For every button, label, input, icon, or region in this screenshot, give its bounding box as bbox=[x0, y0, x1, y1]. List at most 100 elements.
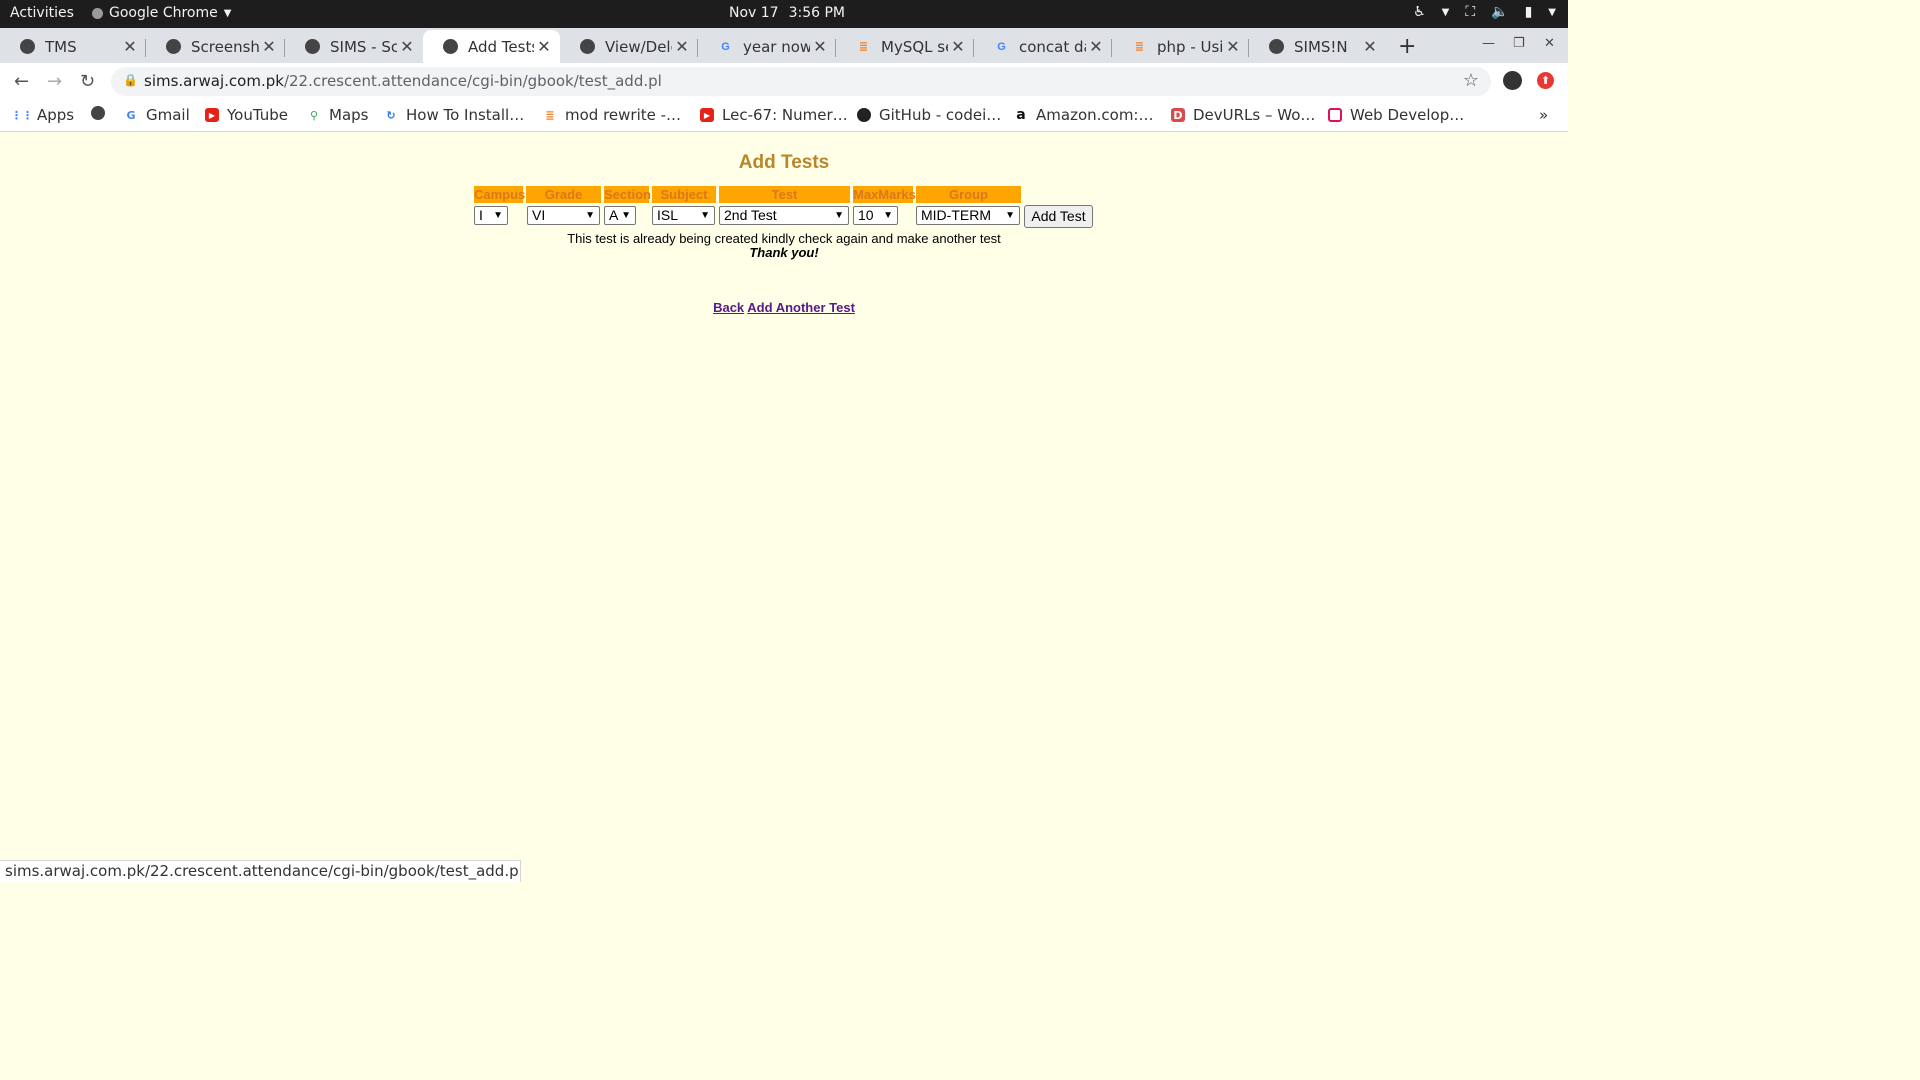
accessibility-icon[interactable]: ♿ bbox=[1413, 4, 1426, 20]
extension-icon[interactable]: ⬆ bbox=[1537, 72, 1554, 89]
bookmark-lec-67[interactable]: ▶ Lec-67: Numer… bbox=[700, 106, 848, 124]
tab-add-tests[interactable]: Add Tests ✕ bbox=[423, 30, 560, 63]
campus-select[interactable]: I ▼ bbox=[474, 206, 508, 225]
youtube-icon: ▶ bbox=[700, 108, 714, 122]
caret-down-icon: ▼ bbox=[1548, 6, 1556, 18]
back-arrow-icon[interactable]: ← bbox=[14, 71, 29, 92]
status-bar-url: sims.arwaj.com.pk/22.crescent.attendance… bbox=[0, 860, 521, 882]
browser-toolbar: ← → ↻ 🔒 sims.arwaj.com.pk/22.crescent.at… bbox=[0, 63, 1568, 100]
bookmark-label: Gmail bbox=[146, 106, 190, 124]
tab-title: SIMS - Sch bbox=[330, 37, 397, 56]
google-icon: G bbox=[997, 40, 1006, 53]
chevron-down-icon: ▼ bbox=[585, 210, 595, 221]
close-icon[interactable]: ✕ bbox=[1223, 37, 1243, 56]
tab-title: Screensho bbox=[191, 37, 259, 56]
bookmark-apps[interactable]: ⋮⋮ Apps bbox=[11, 106, 75, 124]
tab-tms[interactable]: TMS ✕ bbox=[0, 30, 146, 63]
tab-sims-school[interactable]: SIMS - Sch ✕ bbox=[285, 30, 423, 63]
maps-pin-icon: ⚲ bbox=[309, 108, 319, 122]
bookmark-label: YouTube bbox=[227, 106, 288, 124]
tab-view-delete[interactable]: View/Dele ✕ bbox=[560, 30, 698, 63]
tab-simsin[interactable]: SIMS!N ✕ bbox=[1249, 30, 1386, 63]
caret-down-icon: ▼ bbox=[1441, 6, 1450, 18]
forward-arrow-icon[interactable]: → bbox=[47, 71, 62, 92]
chrome-icon bbox=[92, 7, 103, 19]
bookmark-devurls[interactable]: D DevURLs – Wo… bbox=[1171, 106, 1315, 124]
minimize-button[interactable]: — bbox=[1482, 36, 1495, 51]
tab-title: SIMS!N bbox=[1294, 37, 1348, 56]
tab-mysql-select[interactable]: ≣ MySQL sel ✕ bbox=[836, 30, 974, 63]
close-icon[interactable]: ✕ bbox=[1360, 37, 1380, 56]
tab-title: concat dat bbox=[1019, 37, 1086, 56]
network-icon[interactable]: ⛶ bbox=[1465, 4, 1475, 20]
globe-icon bbox=[1269, 39, 1284, 54]
tab-title: View/Dele bbox=[605, 37, 672, 56]
bookmark-mod-rewrite[interactable]: ≣ mod rewrite -… bbox=[543, 106, 681, 124]
back-link[interactable]: Back bbox=[713, 300, 744, 315]
close-icon[interactable]: ✕ bbox=[397, 37, 417, 56]
bookmarks-overflow-icon[interactable]: » bbox=[1539, 106, 1548, 124]
bookmark-star-icon[interactable]: ☆ bbox=[1463, 70, 1479, 91]
tab-title: TMS bbox=[45, 37, 77, 56]
tab-concat-date[interactable]: G concat dat ✕ bbox=[974, 30, 1112, 63]
close-icon[interactable]: ✕ bbox=[948, 37, 968, 56]
page-title: Add Tests bbox=[738, 152, 830, 173]
bookmark-maps[interactable]: ⚲ Maps bbox=[307, 106, 369, 124]
add-another-test-link[interactable]: Add Another Test bbox=[747, 300, 855, 315]
thank-you-text: Thank you! bbox=[749, 245, 819, 260]
clock[interactable]: Nov 17 3:56 PM bbox=[729, 5, 845, 21]
bookmark-label: Maps bbox=[329, 106, 369, 124]
maxmarks-select[interactable]: 10 ▼ bbox=[853, 206, 898, 225]
add-test-button[interactable]: Add Test bbox=[1024, 205, 1093, 228]
bookmark-github[interactable]: GitHub - codei… bbox=[857, 106, 1001, 124]
url-text: sims.arwaj.com.pk/22.crescent.attendance… bbox=[144, 72, 662, 90]
tab-screenshot[interactable]: Screensho ✕ bbox=[146, 30, 285, 63]
google-icon: G bbox=[721, 40, 730, 53]
close-icon[interactable]: ✕ bbox=[120, 37, 140, 56]
bookmark-label: DevURLs – Wo… bbox=[1193, 106, 1316, 124]
app-menu[interactable]: Google Chrome ▼ bbox=[92, 5, 231, 21]
close-window-button[interactable]: ✕ bbox=[1544, 36, 1555, 51]
grade-select[interactable]: VI ▼ bbox=[527, 206, 600, 225]
test-select[interactable]: 2nd Test ▼ bbox=[719, 206, 849, 225]
header-subject: Subject bbox=[652, 186, 716, 203]
system-tray[interactable]: ♿ ▼ ⛶ 🔈 ▮ ▼ bbox=[1413, 4, 1556, 20]
activities-button[interactable]: Activities bbox=[10, 5, 74, 21]
bookmark-how-to-install[interactable]: ↻ How To Install… bbox=[384, 106, 524, 124]
tab-title: MySQL sel bbox=[881, 37, 948, 56]
profile-avatar-icon[interactable] bbox=[1503, 71, 1522, 90]
close-icon[interactable]: ✕ bbox=[259, 37, 279, 56]
globe-icon bbox=[20, 39, 35, 54]
tab-php-using[interactable]: ≣ php - Usin ✕ bbox=[1112, 30, 1249, 63]
section-select[interactable]: A ▼ bbox=[604, 206, 636, 225]
bookmark-web-developer[interactable]: Web Develop… bbox=[1328, 106, 1464, 124]
close-icon[interactable]: ✕ bbox=[810, 37, 830, 56]
new-tab-button[interactable]: + bbox=[1398, 34, 1416, 59]
chevron-down-icon: ▼ bbox=[1005, 210, 1015, 221]
close-icon[interactable]: ✕ bbox=[534, 37, 554, 56]
clock-time: 3:56 PM bbox=[788, 5, 846, 21]
battery-icon[interactable]: ▮ bbox=[1525, 4, 1533, 20]
bookmark-youtube[interactable]: ▶ YouTube bbox=[205, 106, 288, 124]
clock-date: Nov 17 bbox=[729, 5, 779, 21]
address-bar[interactable]: 🔒 sims.arwaj.com.pk/22.crescent.attendan… bbox=[111, 67, 1491, 96]
header-test: Test bbox=[719, 186, 850, 203]
close-icon[interactable]: ✕ bbox=[672, 37, 692, 56]
bookmark-globe[interactable] bbox=[91, 106, 105, 120]
bookmark-label: Apps bbox=[37, 106, 75, 124]
bookmarks-bar: ⋮⋮ Apps G Gmail ▶ YouTube ⚲ Maps ↻ How T… bbox=[0, 100, 1568, 132]
system-top-bar: Activities Google Chrome ▼ Nov 17 3:56 PM… bbox=[0, 0, 1568, 28]
subject-select[interactable]: ISL ▼ bbox=[652, 206, 715, 225]
volume-icon[interactable]: 🔈 bbox=[1491, 4, 1508, 20]
close-icon[interactable]: ✕ bbox=[1086, 37, 1106, 56]
bookmark-amazon[interactable]: a Amazon.com:… bbox=[1014, 106, 1153, 124]
reload-icon[interactable]: ↻ bbox=[80, 71, 95, 92]
globe-icon bbox=[305, 39, 320, 54]
bookmark-gmail[interactable]: G Gmail bbox=[124, 106, 190, 124]
lock-icon[interactable]: 🔒 bbox=[123, 73, 138, 87]
restore-button[interactable]: ❐ bbox=[1513, 36, 1525, 51]
tab-year-now[interactable]: G year now | ✕ bbox=[698, 30, 836, 63]
group-select[interactable]: MID-TERM ▼ bbox=[916, 206, 1020, 225]
header-group: Group bbox=[916, 186, 1021, 203]
chevron-down-icon: ▼ bbox=[883, 210, 893, 221]
